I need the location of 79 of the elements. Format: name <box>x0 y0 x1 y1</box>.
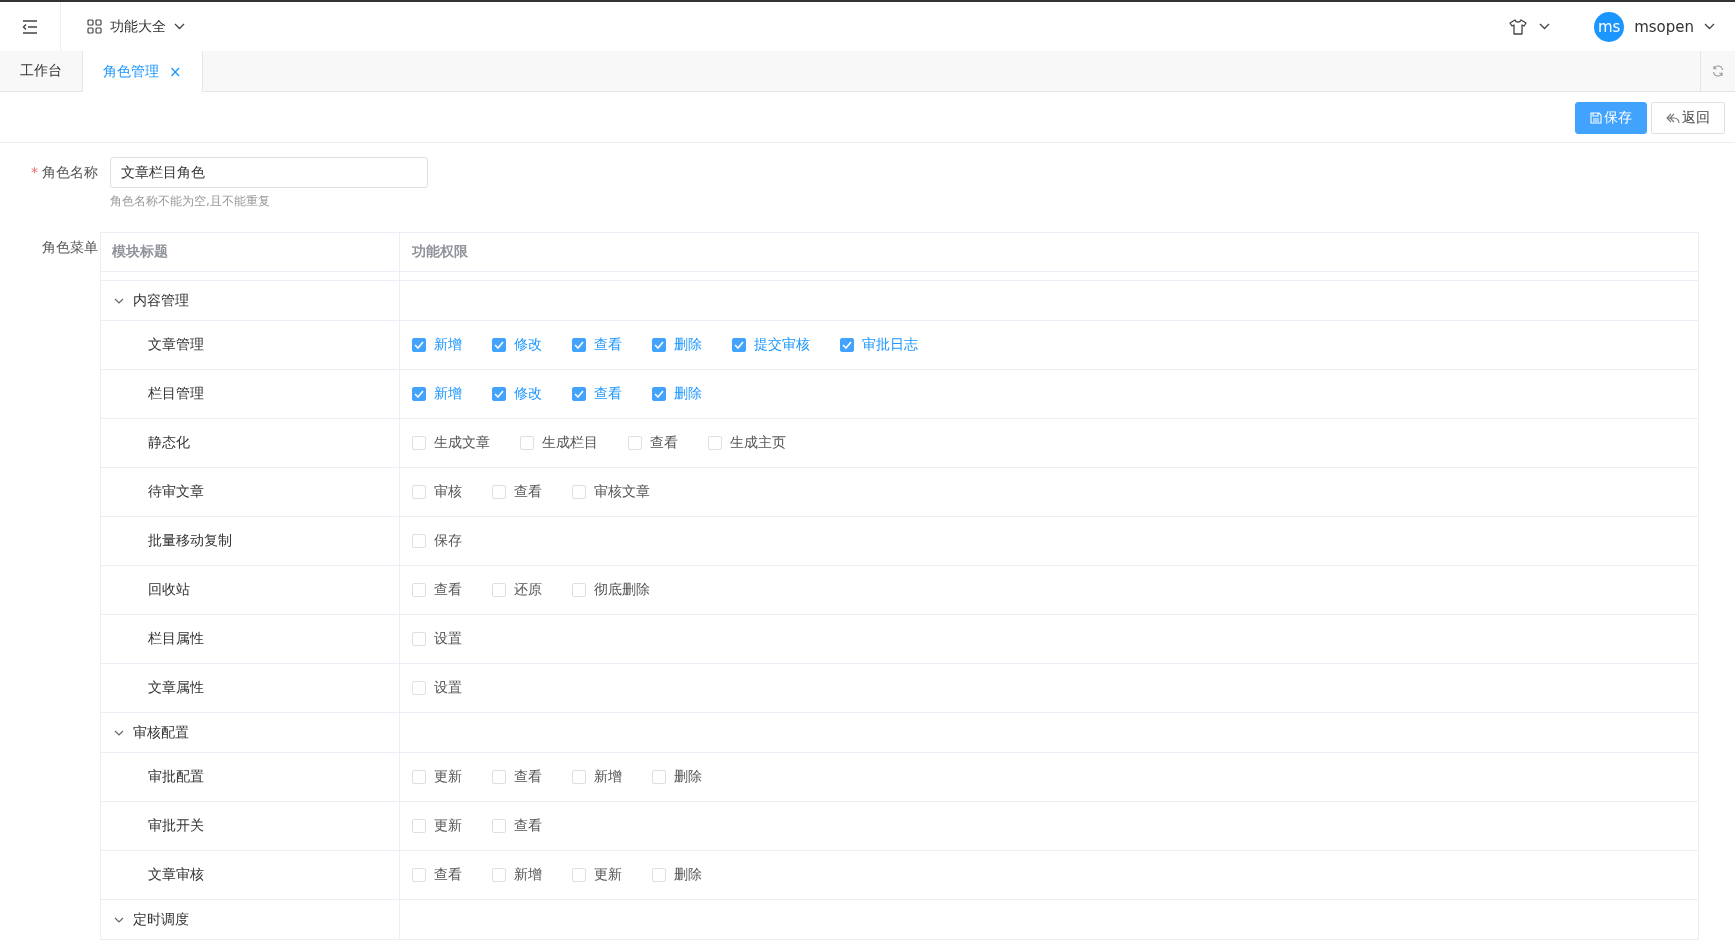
permission-label: 设置 <box>434 630 462 648</box>
group-title: 内容管理 <box>133 291 189 310</box>
checkbox[interactable] <box>412 387 426 401</box>
module-title: 文章属性 <box>148 679 204 697</box>
field-label: 角色名称 <box>42 164 98 180</box>
module-title: 审批开关 <box>148 817 204 835</box>
permission-label: 生成文章 <box>434 434 490 452</box>
permission-label: 提交审核 <box>754 336 810 354</box>
permission-label: 查看 <box>514 768 542 786</box>
checkbox[interactable] <box>572 387 586 401</box>
feature-menu-button[interactable]: 功能大全 <box>81 13 191 40</box>
permission-label: 查看 <box>594 385 622 403</box>
permission-label: 保存 <box>434 532 462 550</box>
checkbox[interactable] <box>572 338 586 352</box>
permission-label: 设置 <box>434 679 462 697</box>
checkbox[interactable] <box>492 387 506 401</box>
checkbox[interactable] <box>652 338 666 352</box>
caret-icon[interactable] <box>114 916 124 923</box>
permission-label: 更新 <box>594 866 622 884</box>
save-icon <box>1590 112 1602 124</box>
caret-icon[interactable] <box>114 297 124 304</box>
permission-label: 新增 <box>514 866 542 884</box>
permission-label: 生成栏目 <box>542 434 598 452</box>
field-label: 角色菜单 <box>41 238 99 257</box>
permission-label: 修改 <box>514 336 542 354</box>
permission-label: 查看 <box>434 581 462 599</box>
group-title: 定时调度 <box>133 910 189 929</box>
refresh-icon[interactable] <box>1712 65 1724 77</box>
back-button[interactable]: 返回 <box>1651 102 1725 134</box>
group-title: 审核配置 <box>133 723 189 742</box>
permission-label: 审核 <box>434 483 462 501</box>
permission-label: 查看 <box>514 483 542 501</box>
module-title: 栏目管理 <box>148 385 204 403</box>
module-title: 栏目属性 <box>148 630 204 648</box>
field-hint: 角色名称不能为空,且不能重复 <box>110 193 271 210</box>
checkbox[interactable] <box>492 338 506 352</box>
grid-icon <box>87 19 102 34</box>
column-header: 功能权限 <box>412 243 468 261</box>
caret-icon[interactable] <box>114 729 124 736</box>
module-title: 批量移动复制 <box>148 532 232 550</box>
shirt-icon <box>1509 18 1528 35</box>
permission-label: 新增 <box>434 385 462 403</box>
permission-label: 查看 <box>650 434 678 452</box>
checkbox[interactable] <box>412 338 426 352</box>
permission-label: 新增 <box>434 336 462 354</box>
permission-label: 删除 <box>674 385 702 403</box>
permission-label: 审批日志 <box>862 336 918 354</box>
permission-label: 彻底删除 <box>594 581 650 599</box>
permission-label: 更新 <box>434 817 462 835</box>
module-title: 文章审核 <box>148 866 204 884</box>
permission-label: 查看 <box>434 866 462 884</box>
menu-icon[interactable] <box>22 19 38 34</box>
chevron-down-icon <box>174 23 185 30</box>
permission-label: 修改 <box>514 385 542 403</box>
permission-label: 还原 <box>514 581 542 599</box>
permission-label: 删除 <box>674 336 702 354</box>
module-title: 审批配置 <box>148 768 204 786</box>
permission-label: 审核文章 <box>594 483 650 501</box>
module-title: 静态化 <box>148 434 190 452</box>
reply-arrow-icon <box>1666 112 1680 124</box>
permission-label: 查看 <box>514 817 542 835</box>
chevron-down-icon <box>1539 23 1551 30</box>
chevron-down-icon <box>1704 23 1715 30</box>
checkbox[interactable] <box>732 338 746 352</box>
permission-label: 删除 <box>674 866 702 884</box>
role-name-field[interactable]: 文章栏目角色 <box>110 157 428 188</box>
permission-label: 删除 <box>674 768 702 786</box>
permission-label: 查看 <box>594 336 622 354</box>
checkbox[interactable] <box>652 387 666 401</box>
checkbox[interactable] <box>840 338 854 352</box>
required-mark: * <box>31 164 38 180</box>
module-title: 待审文章 <box>148 483 204 501</box>
module-title: 文章管理 <box>148 336 204 354</box>
permission-label: 新增 <box>594 768 622 786</box>
permission-label: 生成主页 <box>730 434 786 452</box>
column-header: 模块标题 <box>112 243 168 261</box>
user-menu-button[interactable]: ms msopen <box>1590 7 1719 46</box>
permission-label: 更新 <box>434 768 462 786</box>
module-title: 回收站 <box>148 581 190 599</box>
